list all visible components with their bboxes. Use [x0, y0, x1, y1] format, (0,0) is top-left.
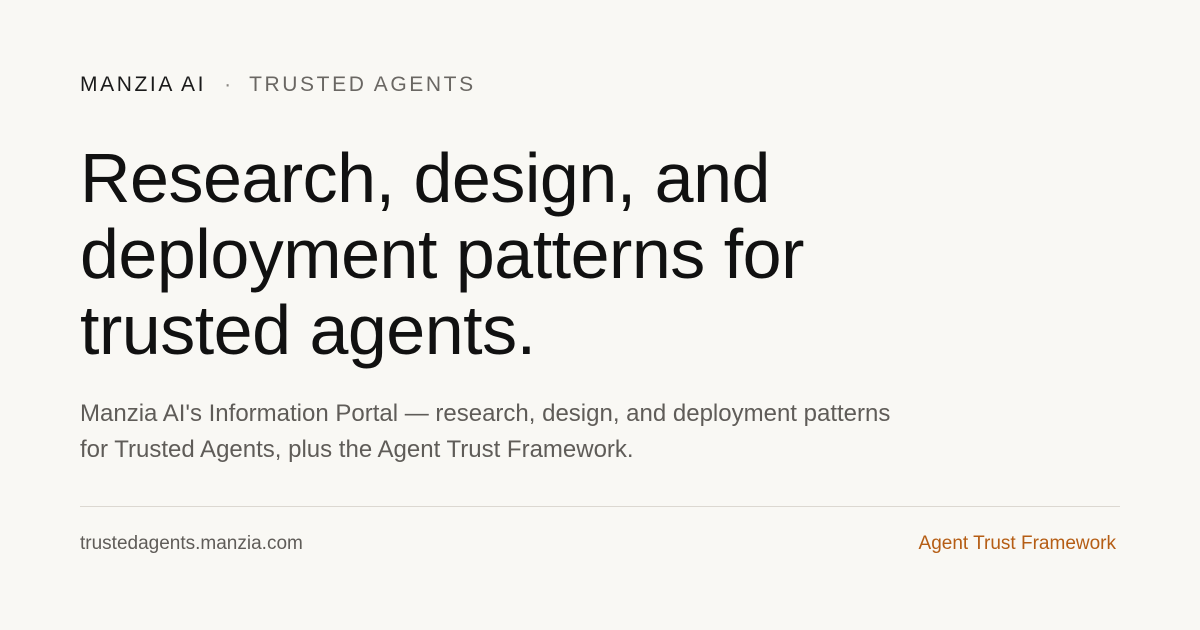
agent-trust-framework-link[interactable]: Agent Trust Framework [919, 533, 1116, 555]
page-description: Manzia AI's Information Portal — researc… [80, 400, 891, 463]
social-card: MANZIA AI · TRUSTED AGENTS Research, des… [80, 0, 1120, 630]
divider [80, 506, 1120, 507]
site-url: trustedagents.manzia.com [80, 533, 303, 554]
page-title: Research, design, and deployment pattern… [80, 139, 804, 369]
brand-name: MANZIA AI [80, 73, 207, 96]
section-name: TRUSTED AGENTS [249, 73, 476, 96]
eyebrow: MANZIA AI · TRUSTED AGENTS [80, 73, 476, 97]
eyebrow-separator: · [224, 73, 232, 96]
